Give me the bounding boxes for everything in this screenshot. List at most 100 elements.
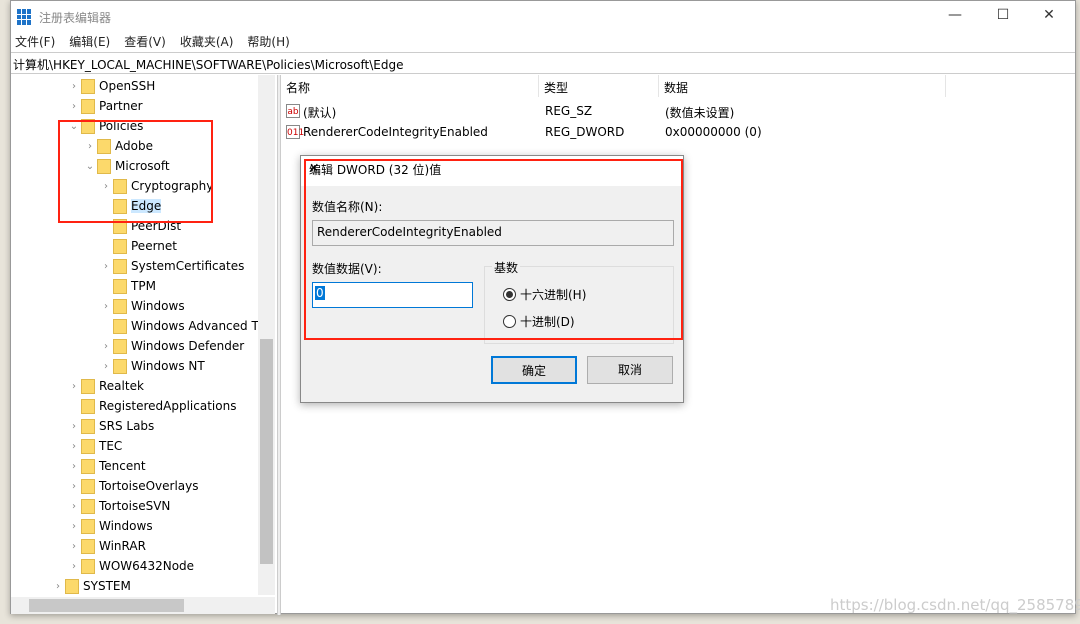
chevron-icon[interactable]: ›	[67, 501, 81, 512]
chevron-icon[interactable]: ›	[67, 101, 81, 112]
folder-icon	[113, 198, 127, 214]
chevron-icon[interactable]: ›	[67, 561, 81, 572]
tree-node[interactable]: Edge	[99, 196, 162, 216]
menu-view[interactable]: 查看(V)	[124, 33, 166, 51]
tree-node[interactable]: Windows Advanced T	[99, 316, 259, 336]
scroll-thumb[interactable]	[29, 599, 184, 612]
tree-node[interactable]: › Realtek	[67, 376, 144, 396]
tree-node[interactable]: PeerDist	[99, 216, 181, 236]
tree-node[interactable]: › OpenSSH	[67, 76, 155, 96]
chevron-icon[interactable]: ›	[67, 461, 81, 472]
value-name: (默认)	[303, 106, 337, 120]
chevron-icon[interactable]: ›	[67, 381, 81, 392]
tree-node[interactable]: › Windows	[67, 516, 153, 536]
tree-horizontal-scrollbar[interactable]	[11, 597, 275, 614]
chevron-icon[interactable]: ›	[67, 81, 81, 92]
value-data-input[interactable]: 0	[312, 282, 473, 308]
folder-icon	[113, 318, 127, 334]
tree-node-label: SRS Labs	[99, 419, 155, 433]
watermark: https://blog.csdn.net/qq_25857899	[830, 596, 1080, 614]
folder-icon	[113, 218, 127, 234]
menu-file[interactable]: 文件(F)	[15, 33, 55, 51]
tree-node-label: Cryptography	[131, 179, 214, 193]
tree-node-label: OpenSSH	[99, 79, 156, 93]
tree-node[interactable]: › WinRAR	[67, 536, 146, 556]
ok-button[interactable]: 确定	[491, 356, 577, 384]
tree-node[interactable]: › TEC	[67, 436, 122, 456]
chevron-icon[interactable]: ›	[99, 301, 113, 312]
chevron-icon[interactable]: ⌄	[83, 161, 97, 172]
close-button[interactable]: ✕	[1035, 7, 1063, 27]
dialog-close-button[interactable]: ✕	[309, 161, 675, 175]
chevron-icon[interactable]: ›	[67, 421, 81, 432]
chevron-icon[interactable]: ›	[51, 581, 65, 592]
chevron-icon[interactable]: ›	[67, 481, 81, 492]
address-bar[interactable]: 计算机\HKEY_LOCAL_MACHINE\SOFTWARE\Policies…	[11, 52, 1075, 74]
edit-dword-dialog: 编辑 DWORD (32 位)值 ✕ 数值名称(N): RendererCode…	[300, 155, 684, 403]
tree-node[interactable]: ⌄ Policies	[67, 116, 143, 136]
radio-unchecked-icon	[503, 315, 516, 328]
tree-node-label: Windows Advanced T	[131, 319, 259, 333]
folder-icon	[113, 278, 127, 294]
tree-node[interactable]: Peernet	[99, 236, 177, 256]
tree-node-label: TortoiseOverlays	[99, 479, 199, 493]
tree-node[interactable]: › Partner	[67, 96, 143, 116]
folder-icon	[81, 458, 95, 474]
minimize-button[interactable]: —	[941, 7, 969, 27]
chevron-icon[interactable]: ›	[99, 261, 113, 272]
column-header-data[interactable]: 数据	[659, 75, 946, 97]
value-data: 0x00000000 (0)	[665, 125, 762, 139]
scroll-thumb[interactable]	[260, 339, 273, 564]
tree-node[interactable]: ⌄ Microsoft	[83, 156, 170, 176]
chevron-icon[interactable]: ›	[67, 521, 81, 532]
folder-icon	[81, 398, 95, 414]
tree-node[interactable]: › Windows	[99, 296, 185, 316]
hex-radio[interactable]: 十六进制(H)	[503, 286, 586, 303]
menu-edit[interactable]: 编辑(E)	[69, 33, 110, 51]
decimal-radio[interactable]: 十进制(D)	[503, 313, 575, 330]
table-row[interactable]: 011 RendererCodeIntegrityEnabled REG_DWORD…	[281, 122, 1075, 142]
tree-node[interactable]: › SRS Labs	[67, 416, 154, 436]
chevron-icon[interactable]: ›	[99, 181, 113, 192]
folder-icon	[81, 558, 95, 574]
chevron-icon[interactable]: ⌄	[67, 121, 81, 132]
value-data-text: 0	[315, 286, 325, 300]
tree-node[interactable]: TPM	[99, 276, 156, 296]
tree-node-label: Realtek	[99, 379, 144, 393]
chevron-icon[interactable]: ›	[83, 141, 97, 152]
chevron-icon[interactable]: ›	[99, 341, 113, 352]
folder-icon	[81, 118, 95, 134]
chevron-icon[interactable]: ›	[67, 441, 81, 452]
tree-node[interactable]: › SystemCertificates	[99, 256, 244, 276]
tree-node-label: TortoiseSVN	[99, 499, 171, 513]
folder-icon	[113, 238, 127, 254]
tree-node[interactable]: › Adobe	[83, 136, 153, 156]
chevron-icon[interactable]: ›	[99, 361, 113, 372]
tree-node[interactable]: › SYSTEM	[51, 576, 131, 596]
tree-node[interactable]: › Windows NT	[99, 356, 205, 376]
value-name-field[interactable]: RendererCodeIntegrityEnabled	[312, 220, 674, 246]
folder-icon	[113, 358, 127, 374]
tree-node[interactable]: › Tencent	[67, 456, 146, 476]
tree-node[interactable]: › Cryptography	[99, 176, 213, 196]
tree-node[interactable]: › TortoiseSVN	[67, 496, 170, 516]
column-header-type[interactable]: 类型	[539, 75, 659, 97]
menu-help[interactable]: 帮助(H)	[247, 33, 289, 51]
decimal-label: 十进制(D)	[520, 315, 575, 329]
tree-node[interactable]: › Windows Defender	[99, 336, 244, 356]
tree-node[interactable]: › WOW6432Node	[67, 556, 194, 576]
tree-node[interactable]: › TortoiseOverlays	[67, 476, 199, 496]
folder-icon	[81, 438, 95, 454]
cancel-button[interactable]: 取消	[587, 356, 673, 384]
tree-node-label: WOW6432Node	[99, 559, 195, 573]
tree-node[interactable]: RegisteredApplications	[67, 396, 236, 416]
column-header-name[interactable]: 名称	[281, 75, 539, 97]
chevron-icon[interactable]: ›	[67, 541, 81, 552]
menu-favorites[interactable]: 收藏夹(A)	[180, 33, 234, 51]
maximize-button[interactable]: ☐	[989, 7, 1017, 27]
tree-vertical-scrollbar[interactable]	[258, 75, 275, 595]
menu-bar: 文件(F) 编辑(E) 查看(V) 收藏夹(A) 帮助(H)	[11, 33, 290, 51]
folder-icon	[81, 378, 95, 394]
base-group	[484, 266, 674, 344]
table-row[interactable]: ab (默认) REG_SZ (数值未设置)	[281, 101, 1075, 121]
